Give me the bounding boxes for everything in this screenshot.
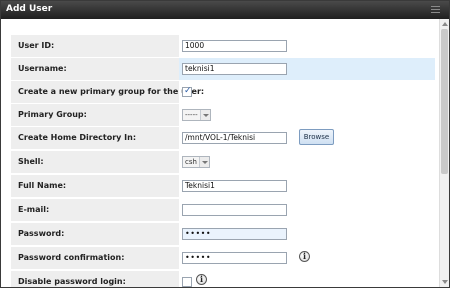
password-confirm-input[interactable]: ••••• [182,252,287,264]
primary-group-value: ----- [185,111,198,119]
full-name-input[interactable]: Teknisi1 [182,180,287,192]
email-cell [179,199,435,221]
dialog-titlebar: Add User [1,1,449,19]
row-create-group: Create a new primary group for the user:… [11,81,435,103]
scrollbar-thumb[interactable] [441,29,448,174]
create-group-cell: ✓ [179,81,435,103]
row-user-id: User ID: 1000 [11,35,435,57]
scroll-down-icon[interactable] [442,280,448,284]
home-dir-cell: /mnt/VOL-1/Teknisi Browse [179,127,435,149]
chevron-down-icon [200,110,210,120]
disable-pw-login-label: Disable password login: [11,271,179,287]
primary-group-select[interactable]: ----- [182,109,211,121]
row-primary-group: Primary Group: ----- [11,104,435,126]
password-confirm-label: Password confirmation: [11,247,179,269]
email-label: E-mail: [11,199,179,221]
full-name-label: Full Name: [11,175,179,197]
user-id-label: User ID: [11,35,179,57]
user-id-cell: 1000 [179,35,435,57]
password-confirm-cell: ••••• i [179,247,435,269]
password-cell: ••••• [179,223,435,245]
browse-button[interactable]: Browse [299,129,334,145]
email-input[interactable] [182,204,287,216]
row-home-dir: Create Home Directory In: /mnt/VOL-1/Tek… [11,127,435,149]
row-password: Password: ••••• [11,223,435,245]
info-icon[interactable]: i [196,274,207,285]
create-group-checkbox[interactable]: ✓ [182,86,192,97]
shell-cell: csh [179,151,435,173]
password-label: Password: [11,223,179,245]
form-content: User ID: 1000 Username: teknisi1 Create … [1,19,439,287]
shell-select[interactable]: csh [182,156,210,168]
info-icon[interactable]: i [299,251,310,262]
dialog-title: Add User [6,4,53,14]
row-full-name: Full Name: Teknisi1 [11,175,435,197]
username-input[interactable]: teknisi1 [182,63,287,75]
close-icon[interactable] [431,6,440,14]
row-password-confirm: Password confirmation: ••••• i [11,247,435,269]
row-disable-pw-login: Disable password login: i [11,271,435,287]
home-dir-label: Create Home Directory In: [11,127,179,149]
row-shell: Shell: csh [11,151,435,173]
check-icon: ✓ [184,86,192,96]
shell-value: csh [185,158,197,166]
row-email: E-mail: [11,199,435,221]
chevron-down-icon [199,157,209,167]
disable-pw-login-cell: i [179,271,435,287]
row-username: Username: teknisi1 [11,58,435,80]
vertical-scrollbar[interactable] [439,19,449,287]
full-name-cell: Teknisi1 [179,175,435,197]
username-cell: teknisi1 [179,58,435,80]
user-id-input[interactable]: 1000 [182,40,287,52]
shell-label: Shell: [11,151,179,173]
disable-pw-login-checkbox[interactable] [182,277,192,287]
home-dir-input[interactable]: /mnt/VOL-1/Teknisi [182,132,287,144]
scroll-up-icon[interactable] [442,22,448,26]
create-group-label: Create a new primary group for the user: [11,81,204,103]
password-input[interactable]: ••••• [182,228,287,240]
primary-group-label: Primary Group: [11,104,179,126]
add-user-dialog: Add User User ID: 1000 Username: teknisi… [0,0,450,288]
username-label: Username: [11,58,179,80]
primary-group-cell: ----- [179,104,435,126]
